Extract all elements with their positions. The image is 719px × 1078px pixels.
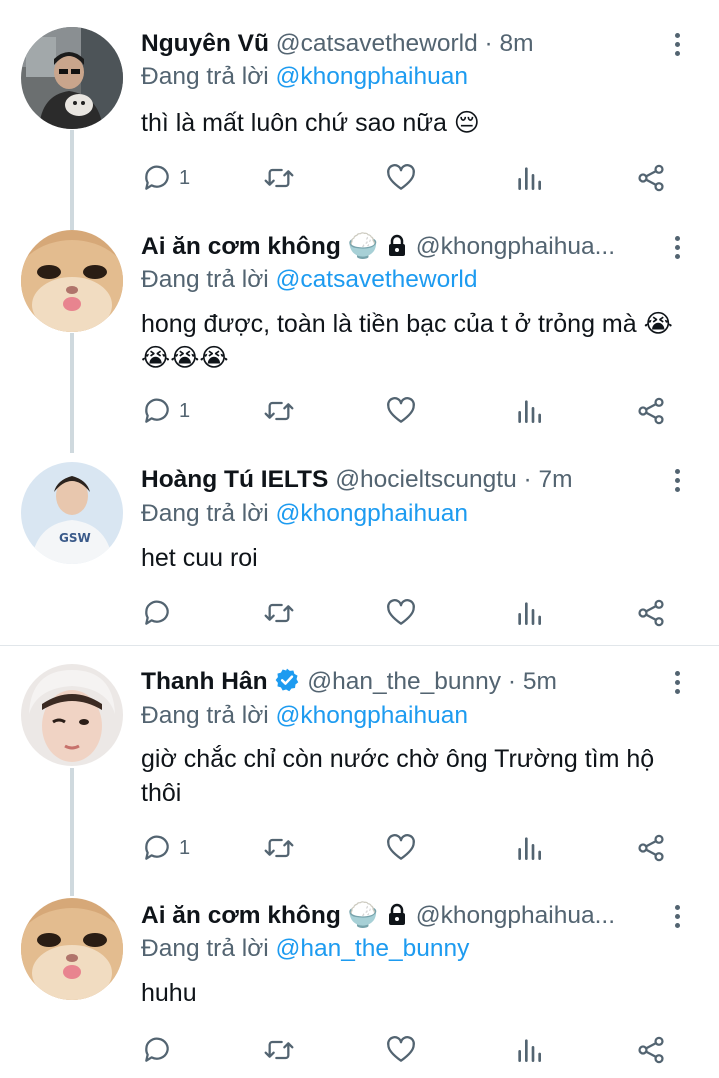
replying-to: Đang trả lời @han_the_bunny: [141, 933, 469, 965]
tweet-actions: [141, 1030, 681, 1070]
mention-link[interactable]: @han_the_bunny: [276, 935, 470, 962]
reply-icon: [141, 1034, 173, 1066]
author-name[interactable]: Ai ăn cơm không: [141, 902, 341, 929]
views-button[interactable]: [513, 1030, 545, 1070]
author-handle[interactable]: @khongphaihua...: [416, 902, 615, 929]
views-icon: [513, 1034, 545, 1066]
reply-button[interactable]: [141, 1030, 179, 1070]
name-emoji: 🍚: [347, 902, 379, 929]
tweet-text: huhu: [141, 979, 197, 1007]
replying-label: Đang trả lời: [141, 935, 269, 962]
lock-icon: [388, 903, 405, 925]
heart-icon: [385, 1034, 417, 1066]
avatar[interactable]: [21, 898, 123, 1000]
retweet-button[interactable]: [263, 1030, 295, 1070]
share-button[interactable]: [635, 1030, 667, 1070]
retweet-icon: [263, 1034, 295, 1066]
share-icon: [635, 1034, 667, 1066]
tweet-header: Ai ăn cơm không 🍚 @khongphaihua...: [141, 900, 663, 932]
like-button[interactable]: [385, 1030, 417, 1070]
tweet-item[interactable]: Ai ăn cơm không 🍚 @khongphaihua... Đang …: [0, 0, 719, 1078]
more-icon[interactable]: [667, 900, 687, 932]
